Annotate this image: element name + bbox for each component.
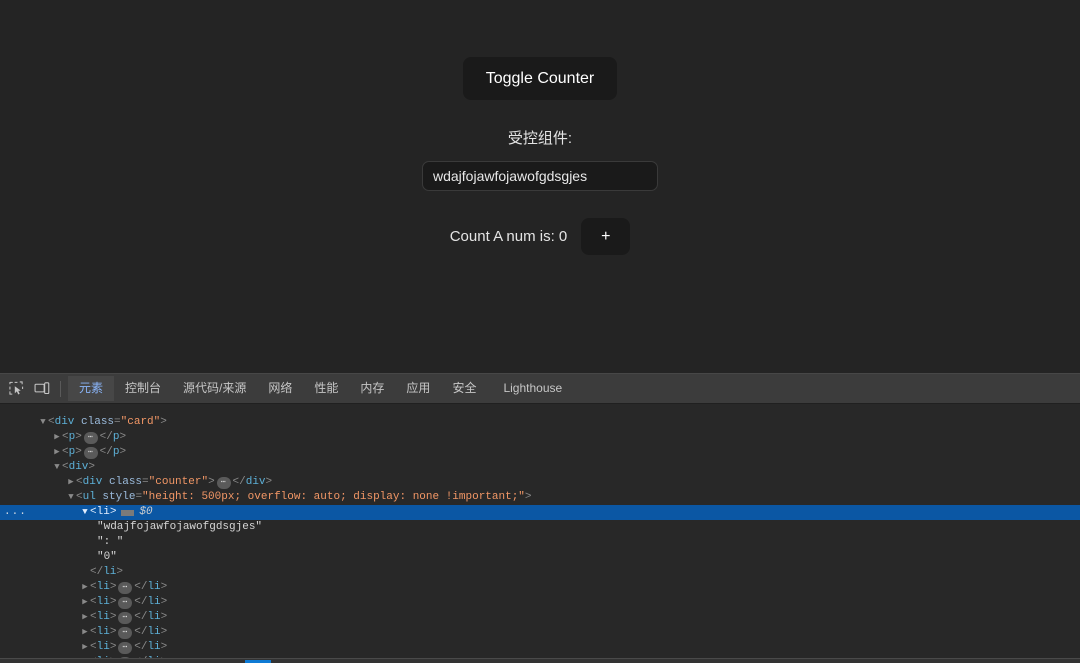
expand-ellipsis-icon[interactable]: ⋯: [118, 597, 132, 609]
dom-breadcrumb-bar[interactable]: [0, 658, 1080, 663]
tab-elements[interactable]: 元素: [68, 376, 114, 401]
tree-tag-name: li: [103, 565, 116, 580]
tab-memory[interactable]: 内存: [349, 376, 395, 401]
tree-row-p-2[interactable]: <p>⋯</p>: [0, 445, 1080, 460]
counter-value-label: Count A num is: 0: [450, 228, 568, 245]
twisty-icon[interactable]: [80, 595, 90, 610]
tree-row-li-sibling[interactable]: <li>⋯</li>: [0, 580, 1080, 595]
expand-ellipsis-icon[interactable]: ⋯: [84, 432, 98, 444]
tree-row-text-2[interactable]: ": ": [0, 535, 1080, 550]
twisty-icon[interactable]: [52, 445, 62, 460]
tree-attr-value: root: [87, 404, 113, 409]
tab-security[interactable]: 安全: [441, 376, 487, 401]
twisty-icon[interactable]: [80, 505, 90, 520]
tree-row-counter[interactable]: <div class="counter">⋯</div>: [0, 475, 1080, 490]
tree-row-text-1[interactable]: "wdajfojawfojawofgdsgjes": [0, 520, 1080, 535]
page-viewport: Toggle Counter 受控组件: Count A num is: 0 +: [0, 0, 1080, 373]
tree-row-ul[interactable]: <ul style="height: 500px; overflow: auto…: [0, 490, 1080, 505]
twisty-icon[interactable]: [80, 640, 90, 655]
twisty-icon[interactable]: [38, 415, 48, 430]
tree-text-node: "wdajfojawfojawofgdsgjes": [97, 520, 262, 535]
tree-attr-value: "height: 500px; overflow: auto; display:…: [142, 490, 525, 505]
tree-tag-name: ul: [83, 490, 96, 505]
twisty-icon[interactable]: [52, 460, 62, 475]
tree-tag-name: div: [69, 460, 89, 475]
toggle-counter-button[interactable]: Toggle Counter: [463, 57, 618, 100]
tree-tag-name: div: [41, 404, 61, 409]
tree-row-li-sibling[interactable]: <li>⋯</li>: [0, 640, 1080, 655]
tree-row-p-1[interactable]: <p>⋯</p>: [0, 430, 1080, 445]
tree-tag-name: p: [69, 445, 76, 460]
twisty-icon[interactable]: [24, 404, 34, 409]
toolbar-divider: [60, 381, 61, 397]
tree-row-text-3[interactable]: "0": [0, 550, 1080, 565]
tree-row-card[interactable]: <div class="card">: [0, 415, 1080, 430]
tree-attr-name: class: [81, 415, 114, 430]
tree-row-div[interactable]: <div>: [0, 460, 1080, 475]
controlled-text-input[interactable]: [422, 161, 658, 191]
increment-button[interactable]: +: [581, 218, 630, 255]
tree-tag-name: div: [83, 475, 103, 490]
inspect-element-icon[interactable]: [3, 377, 29, 401]
twisty-icon[interactable]: [80, 625, 90, 640]
app-card: Toggle Counter 受控组件: Count A num is: 0 +: [0, 0, 1080, 255]
twisty-icon[interactable]: [80, 610, 90, 625]
tree-tag-name: p: [69, 430, 76, 445]
twisty-icon[interactable]: [66, 490, 76, 505]
dom-tree[interactable]: <div id=root> <div class="card"> <p>⋯</p…: [0, 404, 1080, 663]
tree-row-li-sibling[interactable]: <li>⋯</li>: [0, 595, 1080, 610]
expand-ellipsis-icon[interactable]: ⋯: [118, 612, 132, 624]
tab-sources[interactable]: 源代码/来源: [172, 376, 257, 401]
expand-ellipsis-icon[interactable]: ⋯: [118, 627, 132, 639]
tree-row-li-close[interactable]: </li>: [0, 565, 1080, 580]
devtools-panel: 元素 控制台 源代码/来源 网络 性能 内存 应用 安全 Lighthouse …: [0, 373, 1080, 663]
tree-attr-value: "counter": [149, 475, 208, 490]
tab-application[interactable]: 应用: [395, 376, 441, 401]
tree-text-node: "0": [97, 550, 117, 565]
tab-network[interactable]: 网络: [257, 376, 303, 401]
tab-console[interactable]: 控制台: [114, 376, 172, 401]
tree-text-node: ": ": [97, 535, 123, 550]
tree-attr-name: id: [67, 404, 80, 409]
tree-row-li-sibling[interactable]: <li>⋯</li>: [0, 625, 1080, 640]
expand-ellipsis-icon[interactable]: ⋯: [118, 642, 132, 654]
selected-node-marker: $0: [139, 505, 152, 520]
tree-attr-name: class: [109, 475, 142, 490]
tree-row-selected-li[interactable]: ... <li>$0: [0, 505, 1080, 520]
twisty-icon[interactable]: [52, 430, 62, 445]
expand-ellipsis-icon[interactable]: ⋯: [84, 447, 98, 459]
row-overflow-dots[interactable]: ...: [4, 505, 27, 520]
tree-row-li-sibling[interactable]: <li>⋯</li>: [0, 610, 1080, 625]
tree-attr-value: "card": [121, 415, 161, 430]
twisty-icon[interactable]: [66, 475, 76, 490]
expand-ellipsis-icon[interactable]: ⋯: [217, 477, 231, 489]
tree-row-root[interactable]: <div id=root>: [0, 404, 1080, 409]
devtools-toolbar: 元素 控制台 源代码/来源 网络 性能 内存 应用 安全 Lighthouse: [0, 374, 1080, 404]
twisty-icon[interactable]: [80, 580, 90, 595]
equals-badge-icon: [121, 510, 134, 516]
device-toolbar-icon[interactable]: [29, 377, 55, 401]
tree-attr-name: style: [102, 490, 135, 505]
controlled-component-label: 受控组件:: [0, 127, 1080, 148]
tree-tag-name: div: [55, 415, 75, 430]
tree-tag-name: li: [97, 505, 110, 520]
tab-performance[interactable]: 性能: [303, 376, 349, 401]
tab-lighthouse[interactable]: Lighthouse: [487, 376, 573, 401]
expand-ellipsis-icon[interactable]: ⋯: [118, 582, 132, 594]
counter-row: Count A num is: 0 +: [0, 218, 1080, 255]
